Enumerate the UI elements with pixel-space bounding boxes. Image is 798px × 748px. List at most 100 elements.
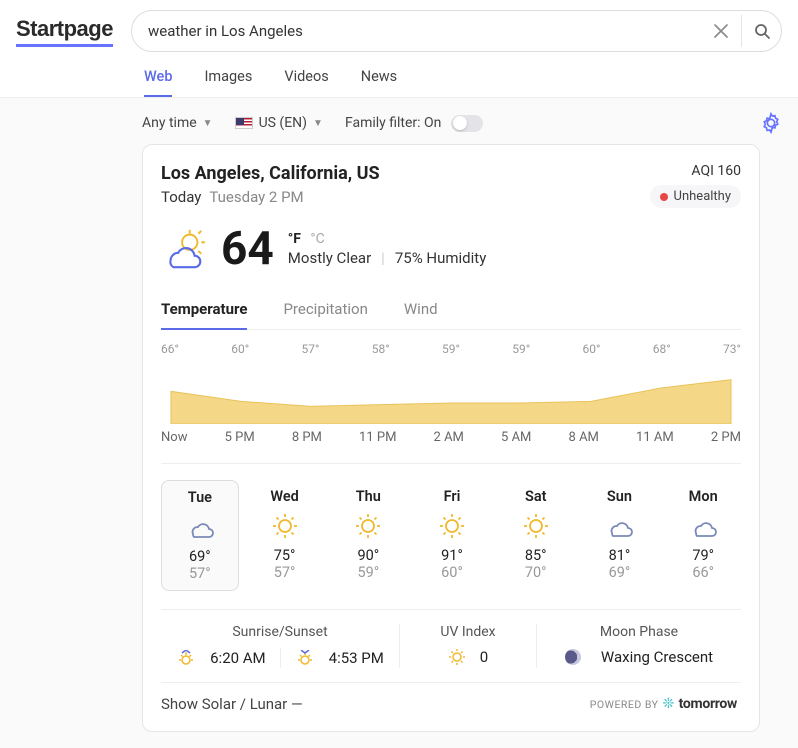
- cloud-icon: [164, 512, 236, 542]
- uv-label: UV Index: [400, 624, 536, 640]
- chevron-down-icon: ▼: [203, 118, 213, 129]
- location-name: Los Angeles, California, US: [161, 163, 380, 184]
- humidity-text: 75% Humidity: [395, 249, 486, 267]
- filter-time-label: Any time: [142, 115, 197, 131]
- day-high: 69°: [164, 548, 236, 565]
- today-label: Today: [161, 188, 201, 206]
- tab-news[interactable]: News: [361, 58, 397, 97]
- gear-icon[interactable]: [760, 112, 782, 134]
- day-high: 75°: [249, 547, 321, 564]
- family-filter-toggle[interactable]: [451, 115, 483, 132]
- day-high: 79°: [667, 547, 739, 564]
- sun-icon: [448, 648, 466, 666]
- header: Startpage Web Images Videos News: [0, 0, 798, 98]
- filter-locale[interactable]: US (EN) ▼: [235, 115, 323, 131]
- moon-label: Moon Phase: [537, 624, 741, 640]
- hourly-temp: 68°: [653, 342, 671, 356]
- sun-icon: [332, 511, 404, 541]
- tab-wind[interactable]: Wind: [404, 294, 438, 329]
- sunrise-time: 6:20 AM: [210, 649, 266, 667]
- forecast-day[interactable]: Fri91°60°: [414, 480, 490, 591]
- day-name: Fri: [416, 488, 488, 505]
- unit-celsius[interactable]: °C: [310, 231, 324, 247]
- hourly-time: 5 PM: [225, 430, 255, 445]
- sun-icon: [249, 511, 321, 541]
- day-low: 70°: [500, 564, 572, 581]
- filters-row: Any time ▼ US (EN) ▼ Family filter: On: [0, 98, 798, 144]
- day-name: Tue: [164, 489, 236, 506]
- aqi-value: 160: [717, 163, 741, 179]
- tomorrow-logo-icon: ❊: [662, 696, 674, 712]
- hourly-temp: 60°: [583, 342, 601, 356]
- search-input[interactable]: [148, 22, 705, 40]
- day-name: Sun: [584, 488, 656, 505]
- forecast-day[interactable]: Sat85°70°: [498, 480, 574, 591]
- forecast-day[interactable]: Mon79°66°: [665, 480, 741, 591]
- day-high: 85°: [500, 547, 572, 564]
- day-low: 59°: [332, 564, 404, 581]
- sunset-icon: [295, 650, 315, 666]
- tab-web[interactable]: Web: [144, 58, 172, 97]
- hourly-time: Now: [161, 430, 187, 445]
- unit-fahrenheit[interactable]: °F: [288, 231, 301, 247]
- hourly-time: 8 PM: [292, 430, 322, 445]
- separator: [280, 648, 281, 668]
- filter-family-label: Family filter: On: [345, 115, 441, 131]
- forecast-day[interactable]: Wed75°57°: [247, 480, 323, 591]
- aqi-badge: Unhealthy: [650, 185, 741, 208]
- aqi-dot-icon: [660, 193, 668, 201]
- temperature-sparkline: [161, 362, 741, 424]
- filter-family[interactable]: Family filter: On: [345, 115, 483, 132]
- condition-text: Mostly Clear: [288, 249, 371, 267]
- result-tabs: Web Images Videos News: [144, 58, 782, 97]
- uv-value: 0: [480, 648, 488, 666]
- day-low: 57°: [249, 564, 321, 581]
- cloud-icon: [584, 511, 656, 541]
- search-icon[interactable]: [741, 15, 773, 47]
- show-solar-lunar[interactable]: Show Solar / Lunar —: [161, 695, 303, 713]
- sun-icon: [500, 511, 572, 541]
- aqi-label: AQI: [691, 163, 714, 179]
- hourly-time: 11 PM: [359, 430, 396, 445]
- sun-icon: [416, 511, 488, 541]
- provider-name: tomorrow: [679, 696, 737, 712]
- hourly-temp: 73°: [723, 342, 741, 356]
- tab-temperature[interactable]: Temperature: [161, 294, 247, 330]
- day-high: 90°: [332, 547, 404, 564]
- us-flag-icon: [235, 117, 253, 129]
- hourly-temp: 59°: [512, 342, 530, 356]
- sunrise-icon: [176, 650, 196, 666]
- sunrise-sunset-label: Sunrise/Sunset: [161, 624, 399, 640]
- sunset-time: 4:53 PM: [329, 649, 384, 667]
- moon-phase: Waxing Crescent: [601, 648, 713, 666]
- hourly-temp: 59°: [442, 342, 460, 356]
- partly-cloudy-icon: [161, 226, 207, 272]
- chevron-down-icon: ▼: [313, 118, 323, 129]
- hourly-temp: 60°: [231, 342, 249, 356]
- forecast-day[interactable]: Sun81°69°: [582, 480, 658, 591]
- tab-videos[interactable]: Videos: [284, 58, 328, 97]
- hourly-temp: 58°: [372, 342, 390, 356]
- filter-time[interactable]: Any time ▼: [142, 115, 213, 131]
- hourly-chart: 66°60°57°58°59°59°60°68°73° Now5 PM8 PM1…: [161, 342, 741, 445]
- cloud-icon: [667, 511, 739, 541]
- powered-by-label: POWERED BY: [590, 698, 659, 711]
- powered-by[interactable]: POWERED BY ❊ tomorrow: [590, 696, 741, 712]
- hourly-time: 11 AM: [636, 430, 674, 445]
- clear-icon[interactable]: [705, 15, 737, 47]
- day-low: 69°: [584, 564, 656, 581]
- moon-icon: [565, 649, 581, 665]
- tab-precipitation[interactable]: Precipitation: [283, 294, 367, 329]
- day-high: 91°: [416, 547, 488, 564]
- aqi-readout: AQI 160: [650, 163, 741, 179]
- hourly-temp: 66°: [161, 342, 179, 356]
- forecast-day[interactable]: Tue69°57°: [161, 480, 239, 591]
- brand-logo[interactable]: Startpage: [16, 16, 113, 47]
- aqi-status: Unhealthy: [674, 189, 731, 204]
- hourly-time: 2 AM: [434, 430, 464, 445]
- separator: |: [381, 249, 385, 267]
- search-box: [131, 10, 782, 52]
- tab-images[interactable]: Images: [204, 58, 252, 97]
- forecast-day[interactable]: Thu90°59°: [330, 480, 406, 591]
- weather-card: Los Angeles, California, US Today Tuesda…: [142, 144, 760, 732]
